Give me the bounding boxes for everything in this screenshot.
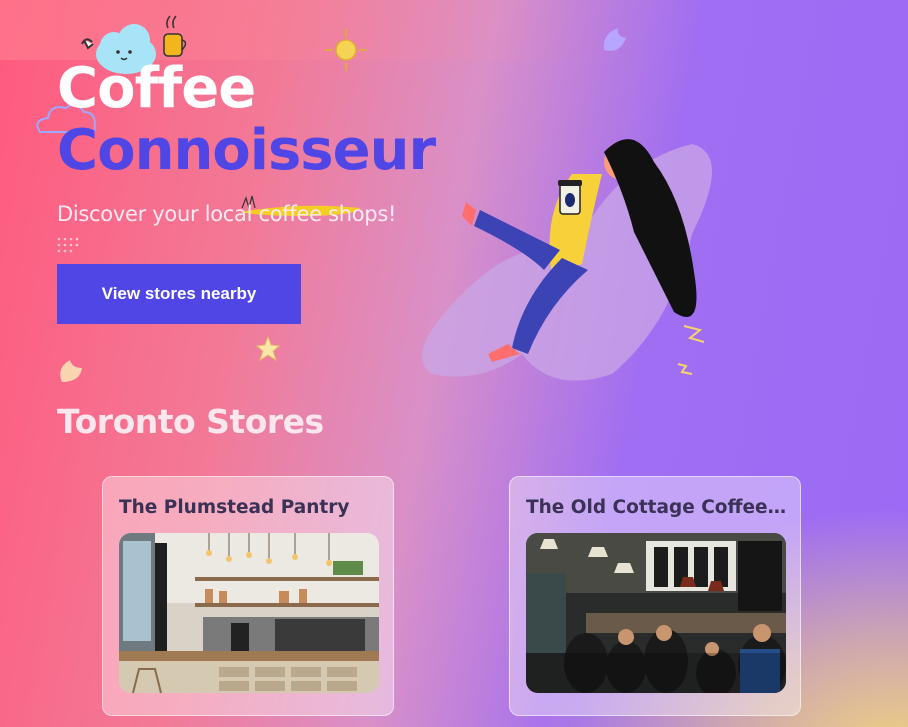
store-name: The Plumstead Pantry: [119, 497, 350, 518]
hero-title-line-2: Connoisseur: [57, 118, 436, 183]
store-card[interactable]: The Old Cottage Coffee Shop: [509, 476, 801, 716]
store-card[interactable]: The Plumstead Pantry: [102, 476, 394, 716]
leaf-icon: [603, 28, 626, 51]
store-name: The Old Cottage Coffee Shop: [526, 497, 788, 518]
sparkle-icon: [256, 336, 280, 362]
hero-title: Coffee Connoisseur: [57, 56, 436, 183]
cafe-counter-photo: [119, 533, 379, 693]
dots-pattern-icon: [57, 237, 79, 253]
hero-title-line-1: Coffee: [57, 56, 256, 121]
busy-cafe-interior-photo: [526, 533, 786, 693]
view-stores-nearby-button[interactable]: View stores nearby: [57, 264, 301, 324]
hero-subtitle: Discover your local coffee shops!: [57, 202, 397, 226]
woman-with-coffee-illustration: [422, 139, 712, 381]
section-title: Toronto Stores: [57, 402, 324, 441]
small-leaf-icon: [60, 360, 82, 382]
